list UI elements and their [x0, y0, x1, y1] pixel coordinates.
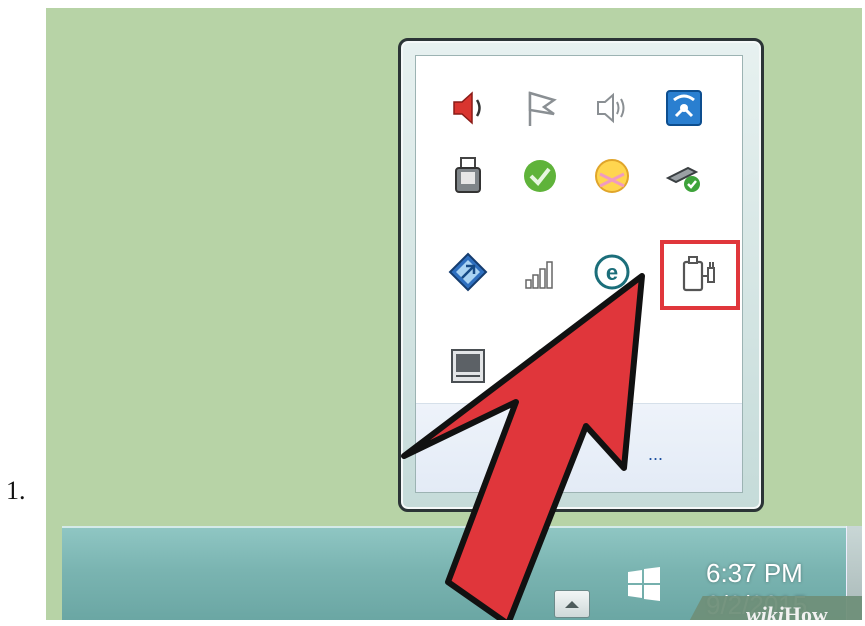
step-number: 1. — [6, 476, 26, 505]
screenshot-scene: 6:37 PM 9/2/2015 wikiHow — [46, 8, 862, 620]
speaker-muted-icon[interactable] — [590, 86, 634, 130]
chevron-up-icon — [565, 601, 579, 608]
tray-icon-grid: e ... — [415, 55, 743, 493]
network-diagnostic-icon[interactable] — [662, 86, 706, 130]
green-update-icon[interactable] — [518, 154, 562, 198]
signal-bars-icon[interactable] — [518, 250, 562, 294]
power-icon-highlight — [660, 240, 740, 310]
eset-icon[interactable]: e — [590, 250, 634, 294]
customize-area: ... — [416, 403, 742, 492]
svg-text:e: e — [606, 260, 618, 285]
speaker-icon[interactable] — [446, 86, 490, 130]
touchpad-icon[interactable] — [446, 344, 490, 388]
usb-device-icon[interactable] — [446, 154, 490, 198]
blue-app-icon[interactable] — [446, 250, 490, 294]
safely-remove-hardware-icon[interactable] — [662, 154, 706, 198]
notification-overflow-popup: e ... — [398, 38, 764, 512]
show-hidden-icons-button[interactable] — [554, 590, 590, 618]
watermark-wiki: wiki — [746, 602, 784, 620]
yellow-smiley-icon[interactable] — [590, 154, 634, 198]
clock-time[interactable]: 6:37 PM — [706, 558, 803, 589]
windows-flag-icon[interactable] — [624, 564, 664, 604]
action-center-flag-icon[interactable] — [518, 86, 562, 130]
wikihow-watermark: wikiHow — [746, 602, 828, 620]
watermark-how: How — [783, 602, 828, 620]
gray-device-icon[interactable] — [518, 344, 562, 388]
customize-link[interactable]: ... — [648, 444, 663, 465]
